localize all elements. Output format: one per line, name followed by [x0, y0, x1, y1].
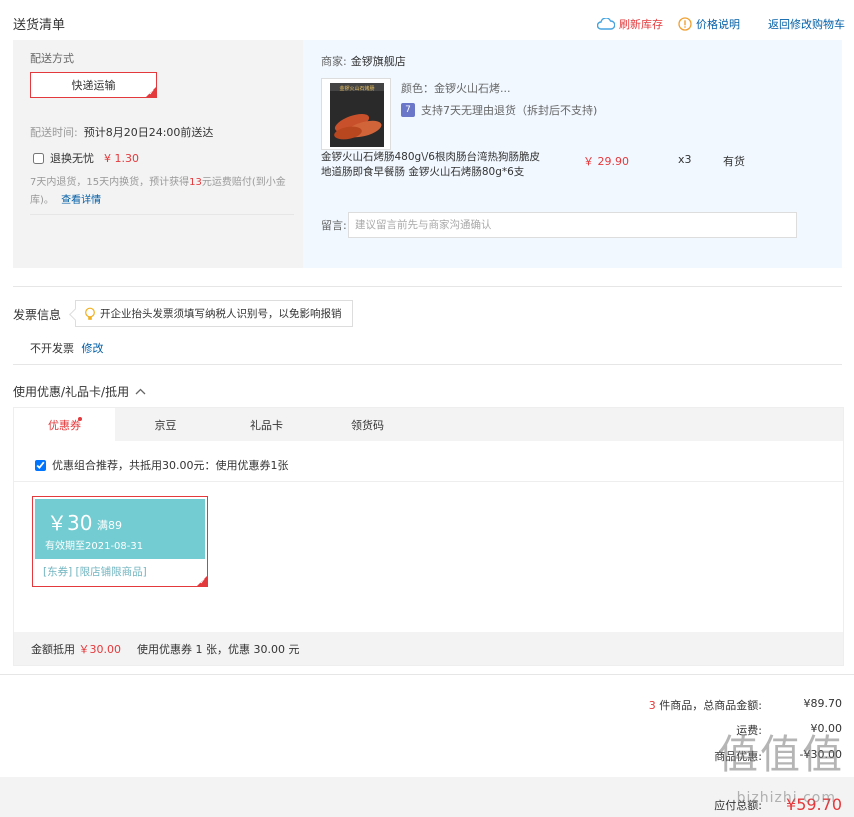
- lightbulb-icon: [85, 307, 95, 320]
- combo-recommend: 优惠组合推荐，共抵用30.00元：使用优惠券1张: [35, 457, 289, 473]
- invoice-state: 不开发票 修改: [30, 342, 104, 355]
- coupon-card[interactable]: ￥30 满89 有效期至2021-08-31 [东券] [限店铺限商品] ✓: [32, 496, 208, 587]
- cloud-icon: [597, 18, 615, 30]
- tab-gift-card[interactable]: 礼品卡: [216, 408, 317, 441]
- return-policy: 7 支持7天无理由退货（拆封后不支持): [401, 102, 597, 118]
- watermark-url: bizhizhi.com: [736, 790, 836, 806]
- coupon-threshold: 满89: [97, 519, 122, 532]
- warning-icon: [678, 17, 692, 31]
- shipping-label: 配送方式: [30, 52, 74, 65]
- coupon-amount: ￥30: [47, 511, 93, 535]
- message-label: 留言:: [321, 219, 347, 232]
- tab-jingdou[interactable]: 京豆: [115, 408, 216, 441]
- coupon-section-toggle[interactable]: 使用优惠/礼品卡/抵用: [13, 383, 146, 400]
- price-info-link[interactable]: 价格说明: [678, 16, 740, 32]
- svg-text:金锣火山石烤肠: 金锣火山石烤肠: [339, 85, 374, 92]
- invoice-tip: 开企业抬头发票须填写纳税人识别号，以免影响报销: [75, 300, 353, 327]
- invoice-edit-link[interactable]: 修改: [82, 342, 104, 355]
- seven-day-icon: 7: [401, 103, 415, 117]
- tab-coupon[interactable]: 优惠券: [14, 408, 115, 441]
- product-name[interactable]: 金锣火山石烤肠480g\/6根肉肠台湾热狗肠脆皮地道肠即食早餐肠 金锣火山石烤肠…: [321, 150, 546, 180]
- product-color: 颜色：金锣火山石烤...: [401, 82, 511, 95]
- shipping-method-button[interactable]: 快递运输 ✓: [30, 72, 157, 98]
- coupon-tags: [东券] [限店铺限商品]: [43, 566, 147, 578]
- coupon-footer: 金额抵用 ￥30.00 使用优惠券 1 张，优惠 30.00 元: [14, 632, 843, 665]
- product-price: ￥ 29.90: [583, 155, 629, 168]
- page-title: 送货清单: [13, 18, 66, 33]
- message-input[interactable]: [348, 212, 797, 238]
- tab-pickup-code[interactable]: 领货码: [317, 408, 418, 441]
- product-quantity: x3: [678, 153, 692, 166]
- watermark: 值值值: [718, 732, 844, 778]
- product-image[interactable]: 金锣火山石烤肠: [321, 78, 391, 150]
- summary-goods: 3 件商品，总商品金额: ¥89.70: [648, 697, 842, 712]
- swap-checkbox[interactable]: [33, 152, 44, 164]
- merchant: 商家: 金锣旗舰店: [321, 55, 406, 68]
- check-icon: ✓: [148, 88, 155, 97]
- invoice-title: 发票信息: [13, 308, 62, 322]
- swap-description: 7天内退货，15天内换货，预计获得13元运费赔付(到小金库)。 查看详情: [30, 177, 286, 206]
- coupon-expiry: 有效期至2021-08-31: [45, 541, 144, 552]
- back-to-cart-link[interactable]: 返回修改购物车: [768, 16, 845, 32]
- refresh-stock-link[interactable]: 刷新库存: [597, 16, 663, 32]
- delivery-time: 配送时间: 预计8月20日24:00前送达: [30, 126, 214, 139]
- swap-details-link[interactable]: 查看详情: [61, 195, 101, 206]
- new-dot: [78, 417, 82, 421]
- stock-status: 有货: [723, 155, 745, 168]
- swap-worry-free: 退换无忧 ¥ 1.30: [33, 150, 139, 166]
- check-icon: ✓: [199, 577, 206, 586]
- chevron-up-icon: [135, 388, 146, 395]
- combo-checkbox[interactable]: [35, 459, 46, 471]
